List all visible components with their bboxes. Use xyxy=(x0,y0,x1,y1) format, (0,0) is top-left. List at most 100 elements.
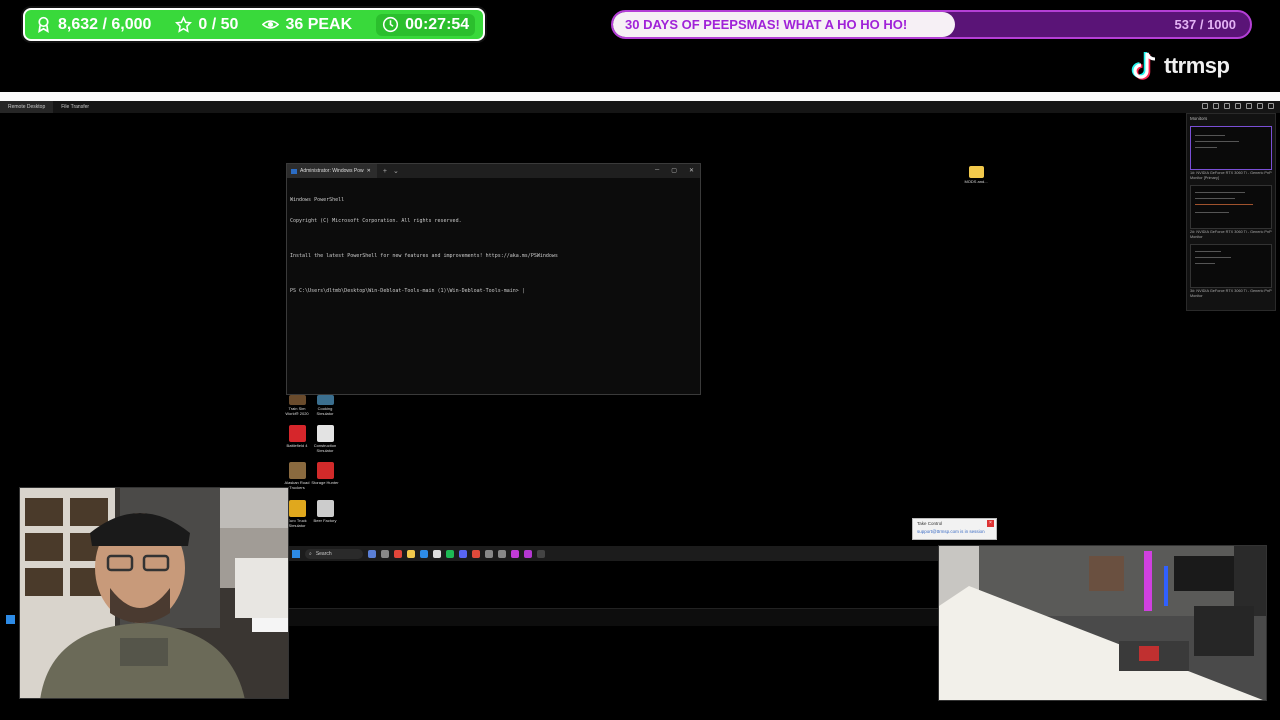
chat-icon[interactable] xyxy=(1235,103,1241,109)
desktop-icon-label: MODS and... xyxy=(964,179,988,184)
game-icon xyxy=(288,395,306,405)
terminal-tab-title: Administrator: Windows Pow xyxy=(300,168,364,174)
record-icon[interactable] xyxy=(1246,103,1252,109)
terminal-icon[interactable] xyxy=(537,549,545,558)
viewers-value: 36 PEAK xyxy=(285,15,353,33)
terminal-tab[interactable]: Administrator: Windows Pow ✕ xyxy=(287,164,377,178)
edge-icon[interactable] xyxy=(420,549,428,558)
lower-desktop-strip xyxy=(288,608,938,626)
windows-start-icon[interactable] xyxy=(292,549,300,558)
subs-value: 0 / 50 xyxy=(198,15,239,33)
tiktok-icon xyxy=(1131,52,1156,80)
maximize-icon[interactable]: ▢ xyxy=(671,167,677,174)
app-icon[interactable] xyxy=(498,549,506,558)
taskview-icon[interactable] xyxy=(368,549,376,558)
powershell-icon xyxy=(291,168,297,174)
stream-stats-bar: 8,632 / 6,000 0 / 50 36 PEAK 00:27:54 xyxy=(23,8,485,41)
uptime-value: 00:27:54 xyxy=(405,15,470,33)
take-control-notification: Take Control support@ttrmsp.com is in se… xyxy=(912,518,997,540)
streamer-webcam xyxy=(19,487,289,699)
disconnect-icon[interactable] xyxy=(1268,103,1274,109)
desktop-icon-label: Cooking Simulator xyxy=(316,406,334,416)
windows-logo-icon xyxy=(6,615,15,624)
spotify-icon[interactable] xyxy=(446,549,454,558)
uptime-stat: 00:27:54 xyxy=(376,13,476,36)
terminal-line: Copyright (C) Microsoft Corporation. All… xyxy=(290,218,462,224)
monitor-label: 1#: NVIDIA GeForce RTX 3060 Ti - Generic… xyxy=(1190,171,1272,180)
remote-toolbar-icons xyxy=(1202,103,1274,109)
desktop-shortcut[interactable]: Train Sim World® 2020 xyxy=(283,395,311,416)
goal-count: 537 / 1000 xyxy=(1174,17,1236,32)
terminal-output[interactable]: Windows PowerShell Copyright (C) Microso… xyxy=(287,178,700,314)
tiktok-handle: ttrmsp xyxy=(1128,48,1268,84)
powershell-window[interactable]: Administrator: Windows Pow ✕ + ⌄ ─ ▢ ✕ W… xyxy=(286,163,701,395)
monitors-panel: Monitors 1#: NVIDIA GeForce RTX 3060 Ti … xyxy=(1186,113,1276,311)
tiktok-username: ttrmsp xyxy=(1164,53,1230,78)
settings-icon[interactable] xyxy=(1202,103,1208,109)
search-icon: ⌕ xyxy=(309,550,312,557)
desktop-shortcut[interactable]: Storage Hunter xyxy=(311,462,339,485)
terminal-tabbar: Administrator: Windows Pow ✕ + ⌄ ─ ▢ ✕ xyxy=(287,164,700,178)
store-icon[interactable] xyxy=(433,549,441,558)
desktop-shortcut[interactable]: Beer Factory xyxy=(311,500,339,523)
desktop-shortcut[interactable]: Construction Simulator xyxy=(311,425,339,453)
discord-icon[interactable] xyxy=(459,549,467,558)
remote-toolbar: Remote Desktop File Transfer xyxy=(0,101,1280,113)
desktop-shortcut[interactable]: Cooking Simulator xyxy=(311,395,339,416)
goal-title: 30 DAYS OF PEEPSMAS! WHAT A HO HO HO! xyxy=(625,17,908,32)
notification-title: Take Control xyxy=(917,521,943,526)
game-icon xyxy=(316,462,334,479)
desktop-icon-label: Construction Simulator xyxy=(313,443,337,453)
notification-subtitle: support@ttrmsp.com is in session xyxy=(917,529,985,534)
monitor-thumbnail[interactable] xyxy=(1190,185,1272,229)
room-image xyxy=(939,546,1266,700)
twitch-icon[interactable] xyxy=(511,549,519,558)
taskbar-search[interactable]: ⌕ Search xyxy=(305,548,363,559)
app-icon[interactable] xyxy=(485,549,493,558)
close-tab-icon[interactable]: ✕ xyxy=(367,168,371,174)
new-tab-icon[interactable]: + xyxy=(383,168,387,175)
chevron-down-icon[interactable]: ⌄ xyxy=(393,167,399,175)
folder-icon xyxy=(968,166,984,178)
monitor-icon[interactable] xyxy=(1213,103,1219,109)
monitors-header: Monitors xyxy=(1190,116,1208,121)
file-explorer-icon[interactable] xyxy=(407,549,415,558)
monitor-label: 2#: NVIDIA GeForce RTX 3060 Ti - Generic… xyxy=(1190,230,1272,239)
webcam-image xyxy=(20,488,288,698)
window-controls: ─ ▢ ✕ xyxy=(655,167,694,174)
game-icon xyxy=(316,395,334,405)
terminal-line: Install the latest PowerShell for new fe… xyxy=(290,253,558,259)
app-icon[interactable] xyxy=(524,549,532,558)
desktop-shortcut[interactable]: Alaskan Road Truckers xyxy=(283,462,311,490)
stream-frame: 8,632 / 6,000 0 / 50 36 PEAK 00:27:54 30… xyxy=(0,0,1280,720)
fullscreen-icon[interactable] xyxy=(1257,103,1263,109)
game-icon xyxy=(288,500,306,517)
widgets-icon[interactable] xyxy=(381,549,389,558)
star-icon xyxy=(175,16,193,33)
game-icon xyxy=(288,425,306,442)
app-icon[interactable] xyxy=(394,549,402,558)
tab-file-transfer[interactable]: File Transfer xyxy=(53,101,97,113)
tab-remote-desktop[interactable]: Remote Desktop xyxy=(0,101,54,113)
desktop-icon-label: Beer Factory xyxy=(313,518,337,523)
chrome-icon[interactable] xyxy=(472,549,480,558)
followers-value: 8,632 / 6,000 xyxy=(58,15,152,33)
game-icon xyxy=(288,462,306,479)
desktop-folder[interactable]: MODS and... xyxy=(962,166,990,184)
award-icon xyxy=(38,16,49,33)
monitor-thumbnail[interactable] xyxy=(1190,244,1272,288)
desktop-icon-label: Train Sim World® 2020 xyxy=(285,406,309,416)
game-icon xyxy=(316,425,334,442)
desktop-icon-label: Battlefield 4 xyxy=(286,443,308,448)
terminal-line: Windows PowerShell xyxy=(290,197,345,203)
terminal-prompt: PS C:\Users\dltmb\Desktop\Win-Debloat-To… xyxy=(290,288,525,294)
monitor-thumbnail[interactable] xyxy=(1190,126,1272,170)
viewers-stat: 36 PEAK xyxy=(262,16,352,34)
close-icon[interactable]: ✕ xyxy=(689,167,694,174)
keyboard-icon[interactable] xyxy=(1224,103,1230,109)
goal-progress-bar: 30 DAYS OF PEEPSMAS! WHAT A HO HO HO! 53… xyxy=(611,10,1252,39)
desktop-shortcut[interactable]: Battlefield 4 xyxy=(283,425,311,448)
minimize-icon[interactable]: ─ xyxy=(655,167,659,174)
monitor-label: 3#: NVIDIA GeForce RTX 3060 Ti - Generic… xyxy=(1190,289,1272,298)
close-icon[interactable]: × xyxy=(987,520,994,527)
